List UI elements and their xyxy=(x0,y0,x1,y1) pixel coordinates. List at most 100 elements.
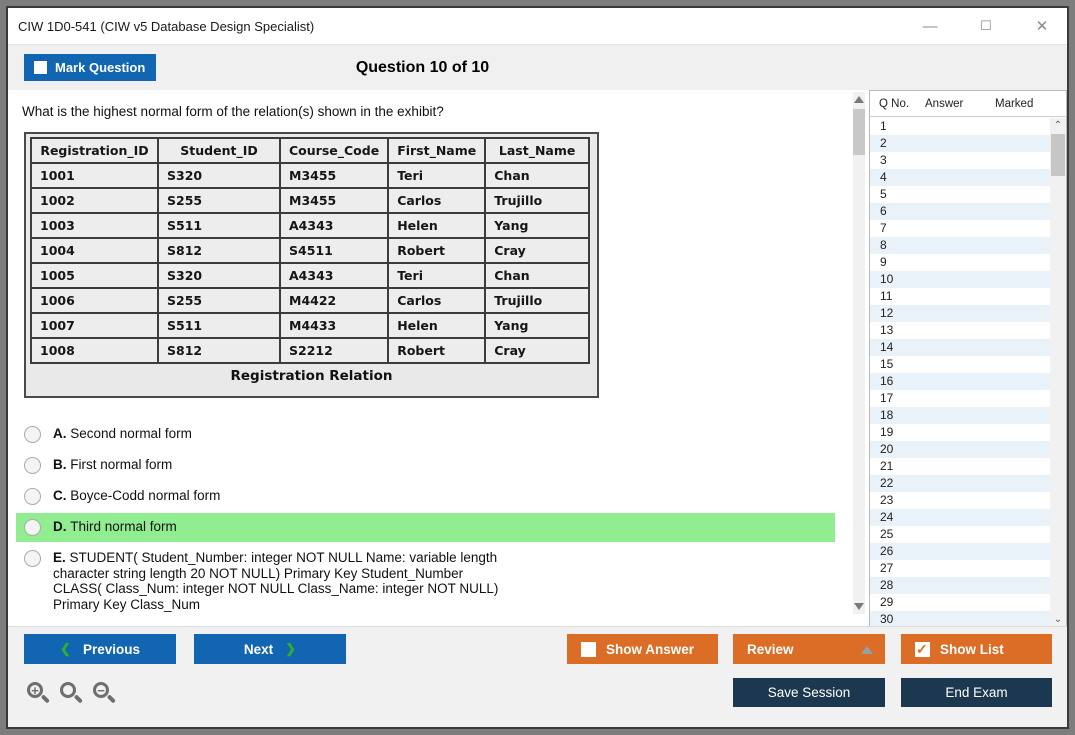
question-list-row[interactable]: 14 xyxy=(870,339,1050,356)
question-list-row[interactable]: 22 xyxy=(870,475,1050,492)
maximize-icon[interactable]: ☐ xyxy=(975,18,997,34)
title-bar: CIW 1D0-541 (CIW v5 Database Design Spec… xyxy=(8,8,1067,44)
show-list-label: Show List xyxy=(940,642,1004,657)
list-scroll-down-icon[interactable]: ⌄ xyxy=(1050,614,1066,625)
radio-button[interactable] xyxy=(24,550,41,567)
scroll-down-arrow-icon[interactable] xyxy=(854,603,864,610)
zoom-out-icon[interactable]: − xyxy=(92,681,116,709)
zoom-reset-icon[interactable] xyxy=(59,681,83,709)
answer-option-e[interactable]: E. STUDENT( Student_Number: integer NOT … xyxy=(16,544,835,618)
question-list-row[interactable]: 6 xyxy=(870,203,1050,220)
show-list-checkbox[interactable] xyxy=(915,642,930,657)
question-list-row[interactable]: 25 xyxy=(870,526,1050,543)
question-list-header: Q No. Answer Marked xyxy=(870,91,1066,117)
exhibit-cell: Carlos xyxy=(388,188,485,213)
footer-bar: ❮ Previous Next ❯ Show Answer Review Sho… xyxy=(8,626,1067,727)
question-list-row[interactable]: 28 xyxy=(870,577,1050,594)
exhibit-table: Registration_IDStudent_IDCourse_CodeFirs… xyxy=(30,137,590,364)
exhibit-cell: 1001 xyxy=(31,163,158,188)
question-list-row[interactable]: 9 xyxy=(870,254,1050,271)
close-icon[interactable]: ✕ xyxy=(1031,17,1053,35)
question-list-row[interactable]: 3 xyxy=(870,152,1050,169)
question-list-row[interactable]: 15 xyxy=(870,356,1050,373)
question-list-row[interactable]: 11 xyxy=(870,288,1050,305)
list-scroll-up-icon[interactable]: ⌃ xyxy=(1050,120,1066,131)
exhibit-cell: S812 xyxy=(158,238,280,263)
question-list-row[interactable]: 4 xyxy=(870,169,1050,186)
review-button[interactable]: Review xyxy=(733,634,885,664)
list-scrollbar-thumb[interactable] xyxy=(1051,134,1065,176)
scrollbar-thumb[interactable] xyxy=(853,109,865,155)
option-text: A. Second normal form xyxy=(53,426,192,442)
exhibit-cell: Robert xyxy=(388,238,485,263)
exhibit-column-header: Last_Name xyxy=(485,138,589,163)
question-list-row[interactable]: 27 xyxy=(870,560,1050,577)
exhibit-cell: A4343 xyxy=(280,213,388,238)
scroll-up-arrow-icon[interactable] xyxy=(854,96,864,103)
show-list-button[interactable]: Show List xyxy=(901,634,1052,664)
triangle-up-icon xyxy=(861,646,873,654)
question-list-row[interactable]: 13 xyxy=(870,322,1050,339)
option-text: B. First normal form xyxy=(53,457,172,473)
exhibit-table-row: 1003S511A4343HelenYang xyxy=(31,213,589,238)
end-exam-button[interactable]: End Exam xyxy=(901,678,1052,707)
zoom-in-icon[interactable]: + xyxy=(26,681,50,709)
question-list-row[interactable]: 21 xyxy=(870,458,1050,475)
radio-button[interactable] xyxy=(24,457,41,474)
answer-option-c[interactable]: C. Boyce-Codd normal form xyxy=(16,482,835,511)
app-window: CIW 1D0-541 (CIW v5 Database Design Spec… xyxy=(6,6,1069,729)
question-list-row[interactable]: 24 xyxy=(870,509,1050,526)
question-list-scrollbar[interactable]: ⌃ ⌄ xyxy=(1050,118,1066,627)
exhibit-table-row: 1004S812S4511RobertCray xyxy=(31,238,589,263)
exhibit-cell: Yang xyxy=(485,213,589,238)
next-button[interactable]: Next ❯ xyxy=(194,634,346,664)
option-text: C. Boyce-Codd normal form xyxy=(53,488,220,504)
exhibit-cell: Carlos xyxy=(388,288,485,313)
exhibit-table-row: 1002S255M3455CarlosTrujillo xyxy=(31,188,589,213)
exhibit-column-header: First_Name xyxy=(388,138,485,163)
chevron-left-icon: ❮ xyxy=(60,641,71,657)
question-list-row[interactable]: 16 xyxy=(870,373,1050,390)
minimize-icon[interactable]: — xyxy=(919,18,941,35)
exhibit-cell: 1002 xyxy=(31,188,158,213)
question-list-row[interactable]: 29 xyxy=(870,594,1050,611)
exhibit-cell: 1007 xyxy=(31,313,158,338)
exhibit-table-row: 1005S320A4343TeriChan xyxy=(31,263,589,288)
show-answer-button[interactable]: Show Answer xyxy=(567,634,718,664)
question-list-row[interactable]: 18 xyxy=(870,407,1050,424)
question-list-row[interactable]: 10 xyxy=(870,271,1050,288)
question-list-row[interactable]: 19 xyxy=(870,424,1050,441)
exhibit-cell: 1004 xyxy=(31,238,158,263)
exhibit-image: Registration_IDStudent_IDCourse_CodeFirs… xyxy=(24,132,599,398)
answer-option-a[interactable]: A. Second normal form xyxy=(16,420,835,449)
question-list-row[interactable]: 20 xyxy=(870,441,1050,458)
question-list-row[interactable]: 17 xyxy=(870,390,1050,407)
question-list-row[interactable]: 23 xyxy=(870,492,1050,509)
answer-option-d[interactable]: D. Third normal form xyxy=(16,513,835,542)
radio-button[interactable] xyxy=(24,519,41,536)
exhibit-cell: Teri xyxy=(388,263,485,288)
question-list-row[interactable]: 12 xyxy=(870,305,1050,322)
exhibit-cell: S255 xyxy=(158,288,280,313)
previous-button[interactable]: ❮ Previous xyxy=(24,634,176,664)
radio-button[interactable] xyxy=(24,488,41,505)
question-panel-scrollbar[interactable] xyxy=(853,92,865,614)
question-list-panel: Q No. Answer Marked 12345678910111213141… xyxy=(869,90,1067,628)
column-header-answer: Answer xyxy=(925,98,995,110)
exhibit-cell: Yang xyxy=(485,313,589,338)
question-list-row[interactable]: 7 xyxy=(870,220,1050,237)
exhibit-cell: M4422 xyxy=(280,288,388,313)
question-list-row[interactable]: 1 xyxy=(870,118,1050,135)
exhibit-cell: M3455 xyxy=(280,188,388,213)
question-list-row[interactable]: 8 xyxy=(870,237,1050,254)
answer-option-b[interactable]: B. First normal form xyxy=(16,451,835,480)
option-text: D. Third normal form xyxy=(53,519,177,535)
question-list-row[interactable]: 5 xyxy=(870,186,1050,203)
radio-button[interactable] xyxy=(24,426,41,443)
window-controls: — ☐ ✕ xyxy=(919,8,1053,44)
save-session-button[interactable]: Save Session xyxy=(733,678,885,707)
show-answer-checkbox[interactable] xyxy=(581,642,596,657)
question-list-row[interactable]: 26 xyxy=(870,543,1050,560)
question-list-row[interactable]: 2 xyxy=(870,135,1050,152)
question-list-row[interactable]: 30 xyxy=(870,611,1050,627)
